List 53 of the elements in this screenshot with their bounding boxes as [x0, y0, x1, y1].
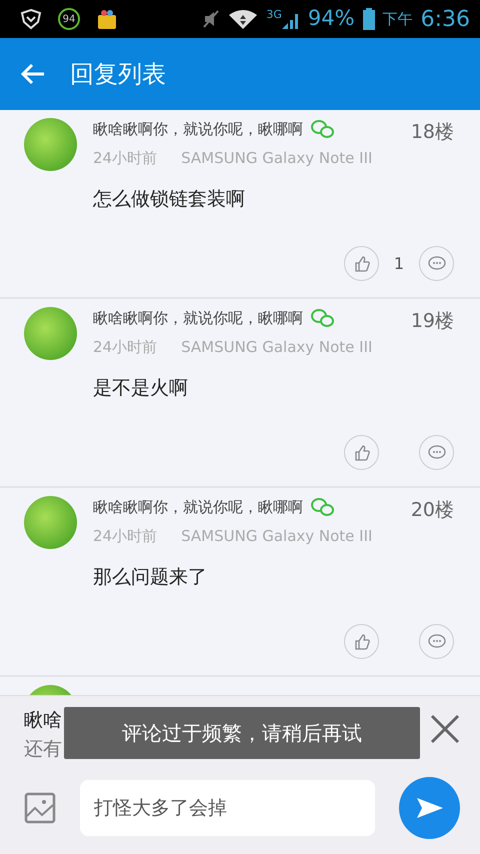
- circle-badge: 94: [58, 8, 80, 30]
- post-time: 24小时前: [93, 148, 158, 168]
- back-arrow-icon: [20, 62, 46, 86]
- picture-icon: [24, 792, 56, 824]
- thumbs-up-icon: [354, 256, 370, 272]
- chat-bubbles-icon: [311, 497, 335, 518]
- shield-icon: [20, 8, 42, 30]
- comment-text: 怎么做锁链套装啊: [93, 187, 246, 212]
- user-name: 瞅啥瞅啊你，就说你呢，瞅哪啊: [93, 497, 303, 518]
- battery-icon: [362, 8, 375, 30]
- speech-bubble-icon: [428, 444, 446, 460]
- quoted-comment-text: 还有: [24, 736, 62, 762]
- device-name: SAMSUNG Galaxy Note III: [181, 148, 372, 168]
- comment-text: 那么问题来了: [93, 565, 208, 590]
- shopping-bag-icon: [96, 8, 118, 30]
- reply-button[interactable]: [419, 435, 454, 470]
- post-time: 24小时前: [93, 336, 158, 358]
- chat-bubbles-icon: [311, 308, 335, 328]
- post-time: 24小时前: [93, 526, 158, 546]
- floor-number: 19楼: [410, 309, 454, 334]
- battery-percent: 94%: [308, 5, 355, 32]
- close-button[interactable]: [430, 714, 460, 744]
- comment-input[interactable]: 打怪大多了会掉: [80, 780, 376, 836]
- device-name: SAMSUNG Galaxy Note III: [181, 336, 372, 358]
- like-button[interactable]: [344, 246, 379, 281]
- device-name: SAMSUNG Galaxy Note III: [181, 526, 372, 546]
- quoted-user-name: 瞅啥: [24, 708, 62, 733]
- comment-text: 是不是火啊: [93, 376, 189, 401]
- user-name: 瞅啥瞅啊你，就说你呢，瞅哪啊: [93, 308, 303, 329]
- chat-bubbles-icon: [311, 119, 335, 140]
- thumbs-up-icon: [354, 444, 370, 460]
- page-title: 回复列表: [70, 60, 166, 88]
- floor-number: 20楼: [410, 498, 454, 523]
- reply-button[interactable]: [419, 246, 454, 281]
- speech-bubble-icon: [428, 256, 446, 272]
- back-button[interactable]: [20, 62, 46, 86]
- floor-number: 18楼: [410, 120, 454, 145]
- network-label: 3G: [266, 9, 282, 20]
- speech-bubble-icon: [428, 634, 446, 650]
- wifi-icon: [228, 9, 258, 29]
- clock-time: 6:36: [420, 6, 470, 34]
- muted-speaker-icon: [202, 9, 220, 29]
- toast-message: 评论过于频繁，请稍后再试: [64, 707, 420, 759]
- like-count: 1: [392, 252, 406, 274]
- image-button[interactable]: [24, 792, 56, 824]
- close-icon: [430, 714, 460, 744]
- like-button[interactable]: [344, 435, 379, 470]
- like-button[interactable]: [344, 624, 379, 659]
- user-name: 瞅啥瞅啊你，就说你呢，瞅哪啊: [93, 119, 303, 140]
- thumbs-up-icon: [354, 634, 370, 650]
- send-arrow-icon: [416, 796, 444, 820]
- time-period: 下午: [382, 8, 413, 30]
- reply-button[interactable]: [419, 624, 454, 659]
